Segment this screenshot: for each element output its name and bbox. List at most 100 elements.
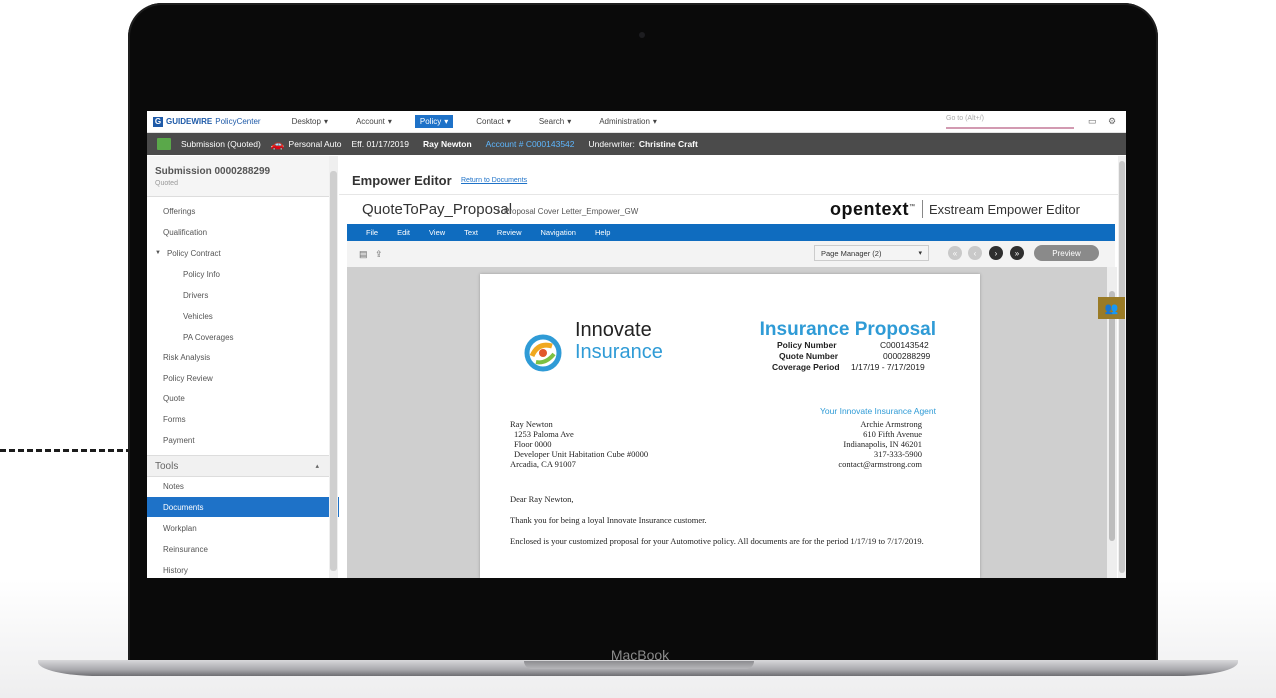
- previous-page-icon[interactable]: ‹: [968, 246, 982, 260]
- nav-contact[interactable]: Contact ▾: [471, 115, 516, 128]
- caret-down-icon: ▼: [155, 250, 161, 256]
- submission-info-bar: Submission (Quoted) 🚗 Personal Auto Eff.…: [147, 133, 1126, 155]
- quote-number-label-text: Quote Number: [779, 351, 839, 361]
- agent-line: 610 Fifth Avenue: [863, 429, 922, 439]
- upload-icon[interactable]: ⇪: [375, 249, 383, 260]
- tools-label: Tools: [155, 460, 179, 472]
- address-line: Floor 0000: [514, 439, 552, 449]
- coverage-period-label-text: Coverage Period: [772, 362, 840, 372]
- policy-number-value: C000143542: [880, 340, 929, 350]
- sidebar-item-payment[interactable]: Payment: [147, 430, 345, 450]
- page-manager-select[interactable]: Page Manager (2) ▾: [814, 245, 929, 261]
- last-page-icon[interactable]: »: [1010, 246, 1024, 260]
- innovate-insurance-logo-icon: [524, 334, 562, 372]
- opentext-trademark: ™: [909, 204, 916, 210]
- guidewire-logo-icon: G: [153, 116, 163, 127]
- menu-file[interactable]: File: [366, 228, 378, 237]
- people-icon[interactable]: 👥: [1098, 297, 1125, 319]
- sidebar-item-documents[interactable]: Documents: [147, 497, 345, 517]
- page-title: Empower Editor: [352, 173, 452, 188]
- chevron-down-icon: ▾: [567, 117, 572, 126]
- agent-heading: Your Innovate Insurance Agent: [820, 406, 936, 416]
- chevron-down-icon: ▾: [652, 117, 657, 126]
- page-scrollbar-thumb[interactable]: [1119, 161, 1125, 573]
- sidebar-item-offerings[interactable]: Offerings: [147, 201, 345, 221]
- main-nav: Desktop ▾ Account ▾ Policy ▾ Contact ▾ Searc…: [287, 115, 662, 128]
- paragraph-2: Enclosed is your customized proposal for…: [510, 536, 924, 546]
- nav-policy-label: Policy: [419, 117, 442, 126]
- brand-name: GUIDEWIRE: [166, 117, 213, 126]
- submission-status[interactable]: Submission (Quoted): [181, 139, 261, 149]
- account-link[interactable]: Account # C000143542: [486, 139, 575, 149]
- nav-contact-label: Contact: [476, 117, 504, 126]
- save-icon[interactable]: ▭: [1088, 116, 1098, 126]
- nav-search-label: Search: [538, 117, 565, 126]
- coverage-period-label: Coverage Period: [772, 362, 840, 372]
- sidebar-item-policy-contract[interactable]: ▼ Policy Contract: [147, 243, 337, 263]
- tools-section-header[interactable]: Tools ▴: [147, 455, 329, 477]
- document-page[interactable]: Innovate Insurance Insurance Proposal Po…: [480, 274, 980, 578]
- camera-icon: [639, 32, 645, 38]
- sidebar-item-risk-analysis[interactable]: Risk Analysis: [147, 347, 345, 367]
- product-line: Personal Auto: [288, 139, 342, 149]
- chevron-down-icon: ▾: [323, 117, 328, 126]
- sidebar-item-notes[interactable]: Notes: [147, 476, 345, 496]
- menu-view[interactable]: View: [429, 228, 445, 237]
- quote-number-label: Quote Number: [779, 351, 838, 361]
- nav-search[interactable]: Search ▾: [534, 115, 576, 128]
- sidebar-item-policy-review[interactable]: Policy Review: [147, 368, 345, 388]
- sidebar-scrollbar-thumb[interactable]: [330, 171, 337, 571]
- sidebar: Submission 0000288299 Quoted Offerings Q…: [147, 156, 345, 578]
- chevron-down-icon: ▾: [444, 117, 449, 126]
- effective-date: Eff. 01/17/2019: [351, 139, 409, 149]
- address-line: Developer Unit Habitation Cube #0000: [514, 449, 649, 459]
- page-manager-value: Page Manager (2): [821, 248, 882, 258]
- opentext-brand: opentext: [830, 199, 910, 219]
- car-icon: 🚗: [270, 138, 285, 151]
- sidebar-item-history[interactable]: History: [147, 560, 345, 578]
- editor-menubar: File Edit View Text Review Navigation He…: [347, 224, 1115, 241]
- nav-account[interactable]: Account ▾: [351, 115, 397, 128]
- document-name: QuoteToPay_Proposal: [362, 201, 513, 218]
- nav-account-label: Account: [355, 117, 385, 126]
- policy-number-label: Policy Number: [777, 340, 837, 350]
- nav-policy[interactable]: Policy ▾: [414, 115, 454, 128]
- settings-gear-icon[interactable]: ⚙: [1108, 116, 1118, 126]
- app-logo[interactable]: G GUIDEWIRE PolicyCenter: [153, 116, 261, 127]
- sidebar-item-forms[interactable]: Forms: [147, 409, 345, 429]
- address-line: Arcadia, CA 91007: [510, 459, 576, 469]
- menu-edit[interactable]: Edit: [397, 228, 410, 237]
- policy-number-label-text: Policy Number: [777, 340, 837, 350]
- underwriter-label: Underwriter:: [588, 139, 635, 149]
- company-name-line2: Insurance: [575, 341, 663, 363]
- top-navigation-bar: G GUIDEWIRE PolicyCenter Desktop ▾ Accoun…: [147, 111, 1126, 133]
- menu-help[interactable]: Help: [595, 228, 610, 237]
- sidebar-item-reinsurance[interactable]: Reinsurance: [147, 539, 345, 559]
- menu-navigation[interactable]: Navigation: [541, 228, 576, 237]
- document-separator: /: [497, 206, 500, 216]
- nav-desktop[interactable]: Desktop ▾: [287, 115, 333, 128]
- nav-desktop-label: Desktop: [291, 117, 321, 126]
- quote-number-value: 0000288299: [883, 351, 931, 361]
- address-line: Ray Newton: [510, 419, 553, 429]
- canvas-scrollbar-thumb[interactable]: [1109, 291, 1115, 541]
- company-name-line1: Innovate: [575, 319, 652, 341]
- nav-administration[interactable]: Administration ▾: [594, 115, 662, 128]
- save-icon[interactable]: ▤: [359, 249, 368, 260]
- first-page-icon[interactable]: «: [948, 246, 962, 260]
- chevron-down-icon: ▾: [387, 117, 392, 126]
- underwriter-name: Christine Craft: [638, 139, 698, 149]
- sidebar-item-qualification[interactable]: Qualification: [147, 222, 345, 242]
- next-page-icon[interactable]: ›: [989, 246, 1003, 260]
- sidebar-item-quote[interactable]: Quote: [147, 388, 345, 408]
- editor-product-name: Exstream Empower Editor: [929, 202, 1080, 217]
- dashed-pointer-line: [0, 449, 132, 452]
- address-line: 1253 Paloma Ave: [514, 429, 574, 439]
- preview-button[interactable]: Preview: [1034, 245, 1099, 261]
- menu-review[interactable]: Review: [497, 228, 522, 237]
- sidebar-item-workplan[interactable]: Workplan: [147, 518, 345, 538]
- goto-input[interactable]: Go to (Alt+/): [946, 115, 1074, 129]
- return-to-documents-link[interactable]: Return to Documents: [461, 177, 527, 184]
- proposal-heading: Insurance Proposal: [759, 319, 936, 340]
- menu-text[interactable]: Text: [464, 228, 478, 237]
